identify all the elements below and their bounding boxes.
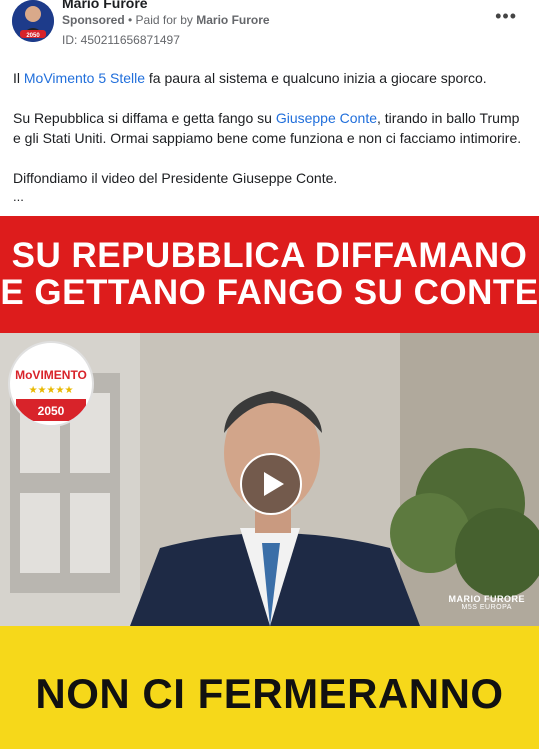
post-paragraph-3: Diffondiamo il video del Presidente Gius… bbox=[13, 170, 338, 186]
movimento-logo: MoVIMENTO ★★★★★ 2050 bbox=[8, 341, 94, 427]
mention-link-m5s[interactable]: MoVimento 5 Stelle bbox=[24, 70, 145, 86]
author-name[interactable]: Mario Furore bbox=[62, 0, 148, 11]
see-more-ellipsis[interactable]: ... bbox=[13, 189, 24, 204]
video-watermark: MARIO FURORE M5S EUROPA bbox=[449, 594, 526, 611]
ad-id: ID: 450211656871497 bbox=[62, 33, 180, 47]
play-button[interactable] bbox=[240, 453, 302, 515]
headline-banner: SU REPUBBLICA DIFFAMANO E GETTANO FANGO … bbox=[0, 216, 539, 333]
svg-text:★★★★★: ★★★★★ bbox=[29, 385, 74, 396]
paid-for-name[interactable]: Mario Furore bbox=[196, 13, 269, 27]
logo-word: MoVIMENTO bbox=[15, 368, 87, 382]
video-player[interactable]: MoVIMENTO ★★★★★ 2050 MARIO FURORE M5S EU… bbox=[0, 333, 539, 626]
sponsored-line: Sponsored • Paid for by Mario Furore bbox=[62, 13, 270, 27]
bottom-banner: NON CI FERMERANNO bbox=[0, 626, 539, 749]
bottom-slogan: NON CI FERMERANNO bbox=[35, 670, 504, 717]
sponsored-label: Sponsored bbox=[62, 13, 125, 27]
more-options-icon[interactable]: ••• bbox=[495, 7, 517, 25]
post-body: Il MoVimento 5 Stelle fa paura al sistem… bbox=[13, 68, 528, 208]
ad-card: 2050 Mario Furore Sponsored • Paid for b… bbox=[0, 0, 539, 749]
headline-line-1: SU REPUBBLICA DIFFAMANO bbox=[11, 236, 528, 275]
paid-for-label: Paid for by bbox=[135, 13, 197, 27]
ad-media[interactable]: SU REPUBBLICA DIFFAMANO E GETTANO FANGO … bbox=[0, 216, 539, 749]
logo-year: 2050 bbox=[38, 404, 65, 418]
mention-link-conte[interactable]: Giuseppe Conte bbox=[276, 110, 377, 126]
watermark-name: MARIO FURORE bbox=[448, 594, 525, 604]
post-paragraph-2: Su Repubblica si diffama e getta fango s… bbox=[13, 110, 522, 146]
svg-text:2050: 2050 bbox=[26, 33, 40, 39]
avatar[interactable]: 2050 bbox=[12, 0, 54, 42]
play-icon bbox=[264, 472, 284, 496]
separator: • bbox=[124, 13, 136, 27]
watermark-sub: M5S EUROPA bbox=[461, 604, 512, 611]
headline-line-2: E GETTANO FANGO SU CONTE bbox=[0, 273, 539, 312]
post-paragraph-1: Il MoVimento 5 Stelle fa paura al sistem… bbox=[13, 70, 487, 86]
